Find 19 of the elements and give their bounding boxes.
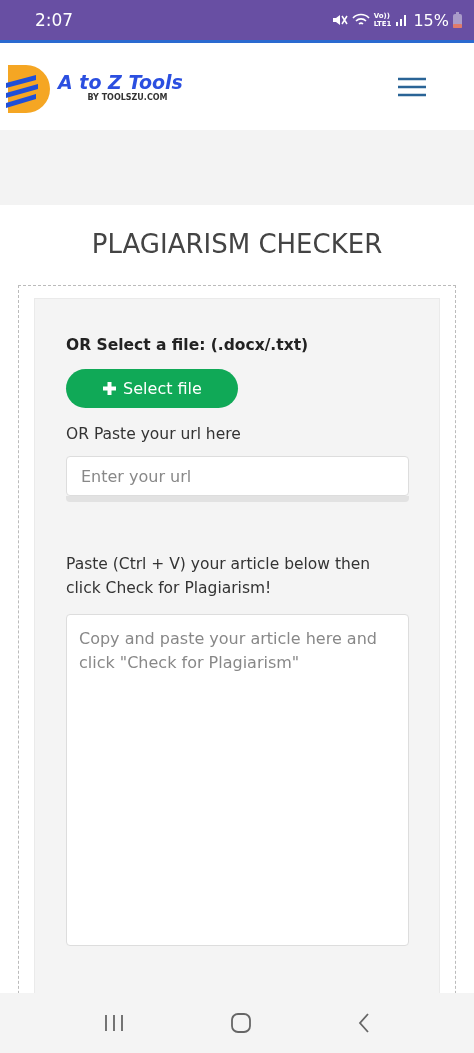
file-label: OR Select a file: (.docx/.txt): [66, 335, 310, 356]
page-title: PLAGIARISM CHECKER: [90, 229, 384, 259]
back-icon[interactable]: [357, 1012, 372, 1034]
article-textarea[interactable]: Copy and paste your article here and click "Check for Plagiarism": [66, 614, 409, 946]
battery-percent: 15%: [413, 10, 449, 30]
clock-time: 2:07: [35, 10, 74, 30]
article-label: Paste (Ctrl + V) your article below then click Check for Plagiarism!: [66, 554, 372, 599]
home-icon[interactable]: [230, 1012, 252, 1034]
wifi-icon: [351, 13, 370, 27]
logo-title: A to Z Tools: [58, 71, 183, 93]
url-label: OR Paste your url here: [66, 424, 242, 445]
plus-icon: [102, 381, 118, 396]
recent-apps-icon[interactable]: [102, 1013, 125, 1033]
mute-icon: [331, 13, 348, 27]
select-file-button[interactable]: Select file: [66, 369, 238, 408]
logo-subtitle: BY TOOLSZU.COM: [86, 93, 169, 102]
battery-icon: [453, 12, 462, 28]
menu-icon[interactable]: [398, 76, 426, 97]
url-input[interactable]: Enter your url: [66, 456, 409, 496]
